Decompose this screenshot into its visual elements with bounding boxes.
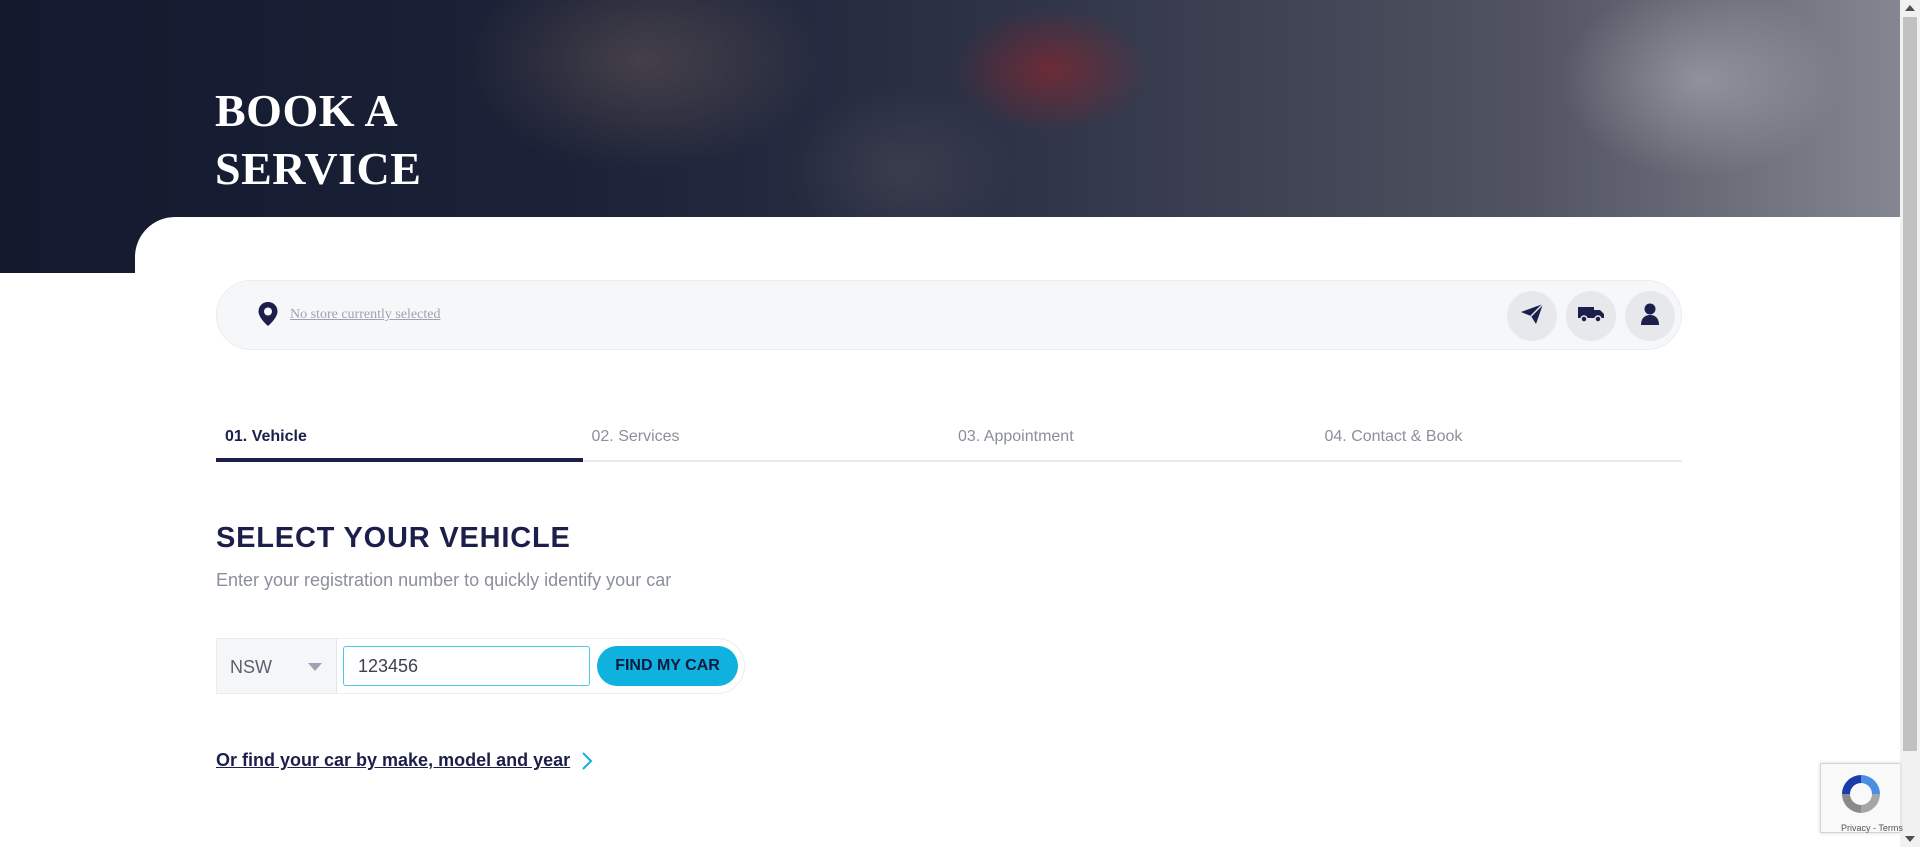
send-button[interactable] [1507,291,1557,341]
section-subtitle: Enter your registration number to quickl… [216,570,672,590]
page-scrollbar[interactable] [1900,0,1920,847]
booking-steps: 01. Vehicle 02. Services 03. Appointment… [216,420,1682,462]
store-bar: No store currently selected [216,280,1682,350]
registration-input[interactable] [343,646,590,686]
recaptcha-badge[interactable]: Privacy - Terms [1820,763,1903,833]
chevron-right-icon[interactable] [581,751,593,776]
find-my-car-button[interactable]: FIND MY CAR [597,646,738,686]
scroll-up-icon[interactable] [1905,5,1915,11]
truck-icon [1577,304,1605,329]
registration-form: NSW FIND MY CAR [216,638,745,694]
tab-contact-book[interactable]: 04. Contact & Book [1316,420,1683,460]
recaptcha-terms[interactable]: Privacy - Terms [1841,823,1903,833]
scroll-thumb[interactable] [1903,17,1917,751]
find-by-make-model-link[interactable]: Or find your car by make, model and year [216,750,570,771]
delivery-button[interactable] [1566,291,1616,341]
tab-appointment[interactable]: 03. Appointment [949,420,1316,460]
tab-services[interactable]: 02. Services [583,420,950,460]
state-select[interactable]: NSW [217,639,337,693]
location-pin-icon [257,301,279,327]
store-select-link[interactable]: No store currently selected [290,307,440,323]
state-select-value: NSW [230,657,272,677]
recaptcha-icon [1838,771,1884,822]
user-icon [1640,303,1660,330]
section-title: SELECT YOUR VEHICLE [216,522,571,554]
chevron-down-icon [308,663,322,671]
scroll-down-icon[interactable] [1905,836,1915,842]
paper-plane-icon [1520,302,1544,330]
account-button[interactable] [1625,291,1675,341]
page-title: BOOK A SERVICE [215,85,422,194]
tab-vehicle[interactable]: 01. Vehicle [216,420,583,462]
